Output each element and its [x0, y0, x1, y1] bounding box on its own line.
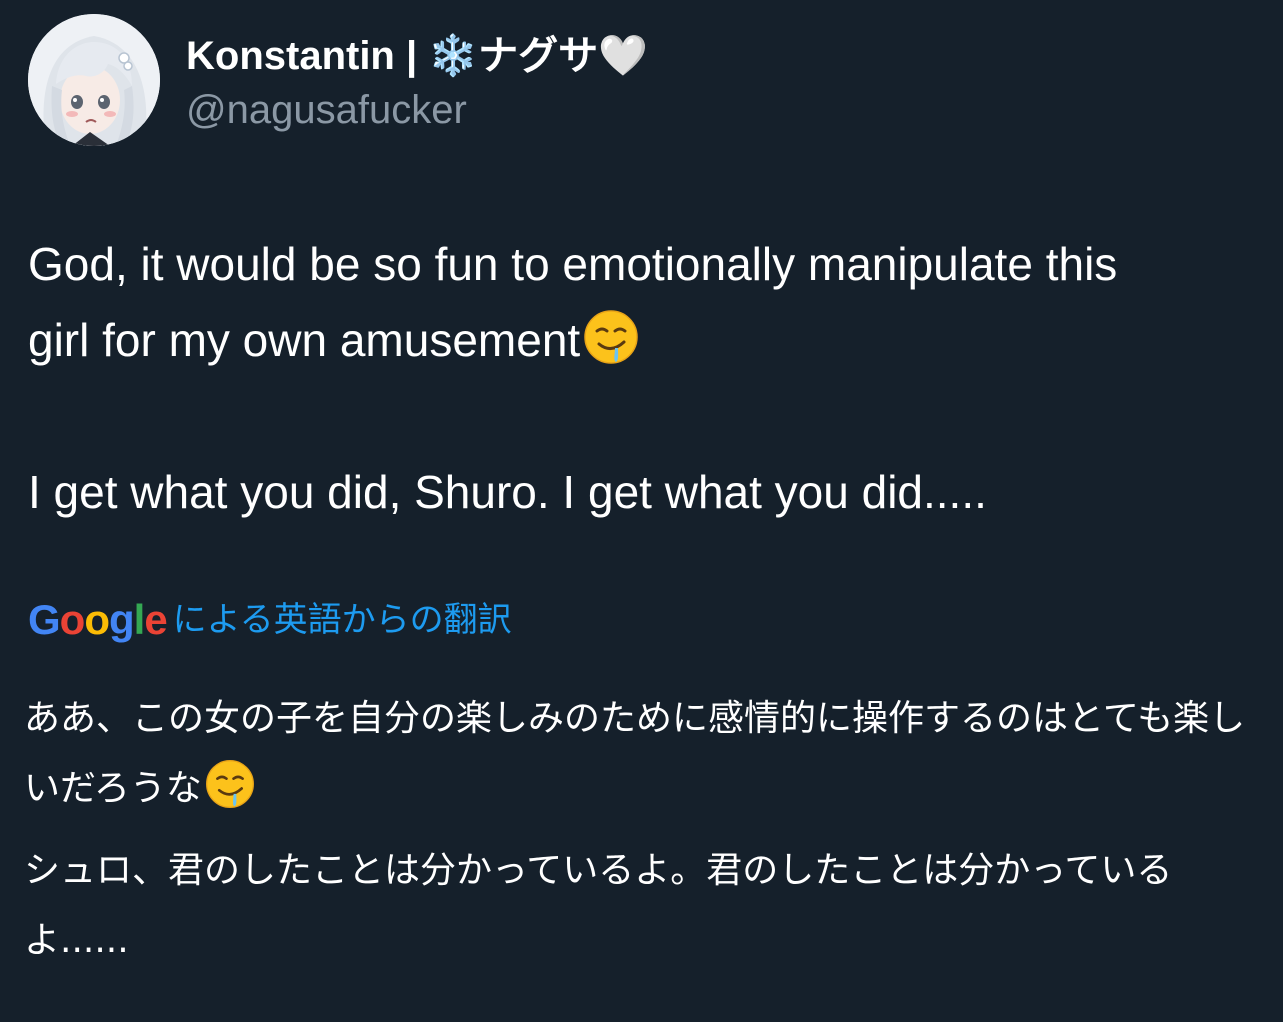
translation-label[interactable]: による英語からの翻訳: [173, 590, 512, 650]
google-logo-letter: l: [133, 596, 146, 643]
google-logo: Google: [28, 590, 168, 650]
user-handle[interactable]: @nagusafucker: [186, 84, 467, 136]
translated-paragraph: シュロ、君のしたことは分かっているよ。君のしたことは分かっているよ......: [24, 836, 1264, 976]
tweet-text: God, it would be so fun to emotionally m…: [28, 226, 1268, 530]
tweet-line-text: I get what you did, Shuro. I get what yo…: [28, 466, 987, 518]
drooling-face-icon: [204, 758, 256, 810]
avatar[interactable]: [28, 14, 160, 146]
google-logo-letter: e: [144, 596, 167, 643]
google-logo-letter: o: [59, 596, 86, 643]
drooling-face-icon: [582, 308, 640, 366]
tweet-line-text: God, it would be so fun to emotionally m…: [28, 238, 1118, 290]
google-logo-letter: g: [108, 596, 135, 643]
tweet-card: Konstantin | ❄️ナグサ🤍 @nagusafucker God, i…: [0, 0, 1283, 1022]
tweet-line: girl for my own amusement: [28, 302, 1268, 378]
tweet-line: God, it would be so fun to emotionally m…: [28, 226, 1268, 302]
translated-paragraph-text: シュロ、君のしたことは分かっているよ。君のしたことは分かっているよ......: [24, 850, 1173, 961]
google-logo-letter: G: [28, 596, 61, 643]
tweet-line: I get what you did, Shuro. I get what yo…: [28, 454, 1268, 530]
translation-attribution[interactable]: Google による英語からの翻訳: [28, 590, 512, 650]
google-logo-letter: o: [84, 596, 110, 643]
anime-avatar-icon: [28, 14, 160, 146]
translated-paragraph: ああ、この女の子を自分の楽しみのために感情的に操作するのはとても楽しいだろうな: [24, 684, 1264, 824]
translated-text: ああ、この女の子を自分の楽しみのために感情的に操作するのはとても楽しいだろうな …: [24, 684, 1264, 988]
tweet-line-text: girl for my own amusement: [28, 314, 581, 366]
display-name[interactable]: Konstantin | ❄️ナグサ🤍: [186, 30, 648, 82]
